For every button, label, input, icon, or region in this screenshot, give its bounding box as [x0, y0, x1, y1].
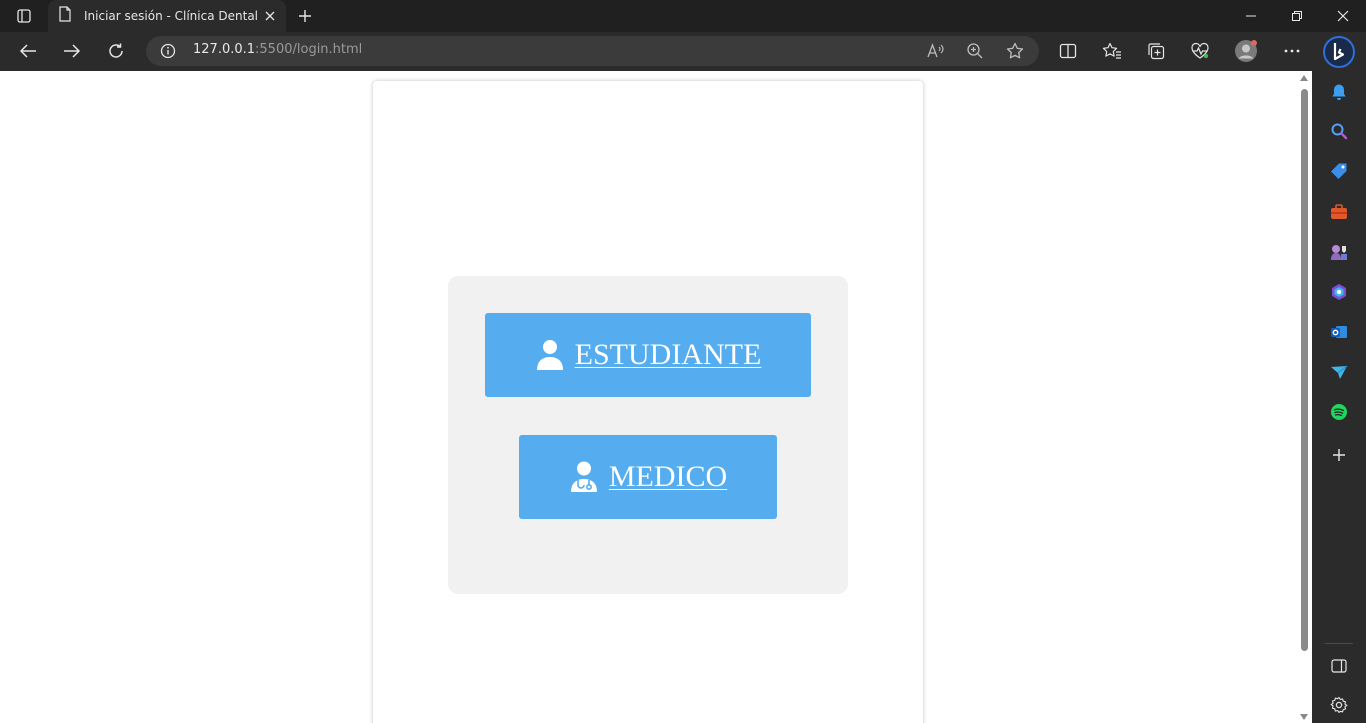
sidebar-divider: [1325, 643, 1353, 644]
scroll-down-icon[interactable]: [1300, 714, 1308, 720]
close-window-icon[interactable]: [1320, 0, 1366, 32]
url-host: 127.0.0.1: [193, 42, 256, 57]
restore-icon[interactable]: [1274, 0, 1320, 32]
tab-actions-icon[interactable]: [10, 5, 38, 27]
url-text[interactable]: 127.0.0.1:5500/login.html: [193, 42, 362, 57]
medico-button[interactable]: MEDICO: [519, 435, 777, 519]
scrollbar-thumb[interactable]: [1301, 89, 1308, 651]
tools-icon[interactable]: [1329, 202, 1349, 222]
send-icon[interactable]: [1329, 362, 1349, 382]
url-path: :5500/login.html: [255, 42, 363, 57]
favorite-star-icon[interactable]: [1004, 41, 1026, 61]
read-aloud-icon[interactable]: [924, 41, 946, 61]
minimize-icon[interactable]: [1228, 0, 1274, 32]
bing-copilot-icon[interactable]: [1322, 35, 1356, 69]
shopping-tag-icon[interactable]: [1329, 161, 1349, 181]
refresh-icon[interactable]: [101, 37, 131, 65]
favorites-icon[interactable]: [1097, 37, 1127, 65]
student-label: ESTUDIANTE: [574, 338, 762, 371]
tab-title: Iniciar sesión - Clínica Dental: [84, 9, 259, 23]
zoom-icon[interactable]: [964, 41, 986, 61]
back-icon[interactable]: [13, 37, 43, 65]
performance-icon[interactable]: [1185, 37, 1215, 65]
settings-icon[interactable]: [1329, 695, 1349, 715]
medico-label: MEDICO: [608, 460, 728, 493]
forward-icon[interactable]: [57, 37, 87, 65]
sidebar-toggle-icon[interactable]: [1329, 656, 1349, 676]
close-tab-icon[interactable]: [262, 8, 278, 24]
browser-toolbar: 127.0.0.1:5500/login.html: [0, 32, 1366, 71]
student-button[interactable]: ESTUDIANTE: [485, 313, 811, 397]
address-bar[interactable]: 127.0.0.1:5500/login.html: [146, 36, 1039, 66]
info-icon[interactable]: [160, 43, 176, 59]
search-icon[interactable]: [1329, 121, 1349, 141]
user-icon: [535, 338, 565, 372]
microsoft365-icon[interactable]: [1329, 282, 1349, 302]
add-icon[interactable]: [1329, 445, 1349, 465]
role-selection-panel: ESTUDIANTE MEDICO: [448, 276, 848, 594]
edge-sidebar: [1312, 71, 1366, 723]
login-card: ESTUDIANTE MEDICO: [373, 81, 923, 723]
title-bar: Iniciar sesión - Clínica Dental: [0, 0, 1366, 32]
page-viewport: ESTUDIANTE MEDICO: [0, 71, 1297, 723]
outlook-icon[interactable]: [1329, 322, 1349, 342]
doctor-icon: [569, 460, 599, 494]
more-menu-icon[interactable]: [1277, 37, 1307, 65]
profile-avatar[interactable]: [1231, 37, 1261, 65]
bell-icon[interactable]: [1329, 82, 1349, 102]
page-scrollbar[interactable]: [1297, 71, 1312, 723]
collections-icon[interactable]: [1141, 37, 1171, 65]
browser-tab[interactable]: Iniciar sesión - Clínica Dental: [48, 0, 286, 32]
split-screen-icon[interactable]: [1053, 37, 1083, 65]
page-icon: [58, 6, 72, 26]
scroll-up-icon[interactable]: [1300, 75, 1308, 81]
spotify-icon[interactable]: [1329, 402, 1349, 422]
new-tab-icon[interactable]: [294, 5, 316, 27]
games-icon[interactable]: [1329, 242, 1349, 262]
